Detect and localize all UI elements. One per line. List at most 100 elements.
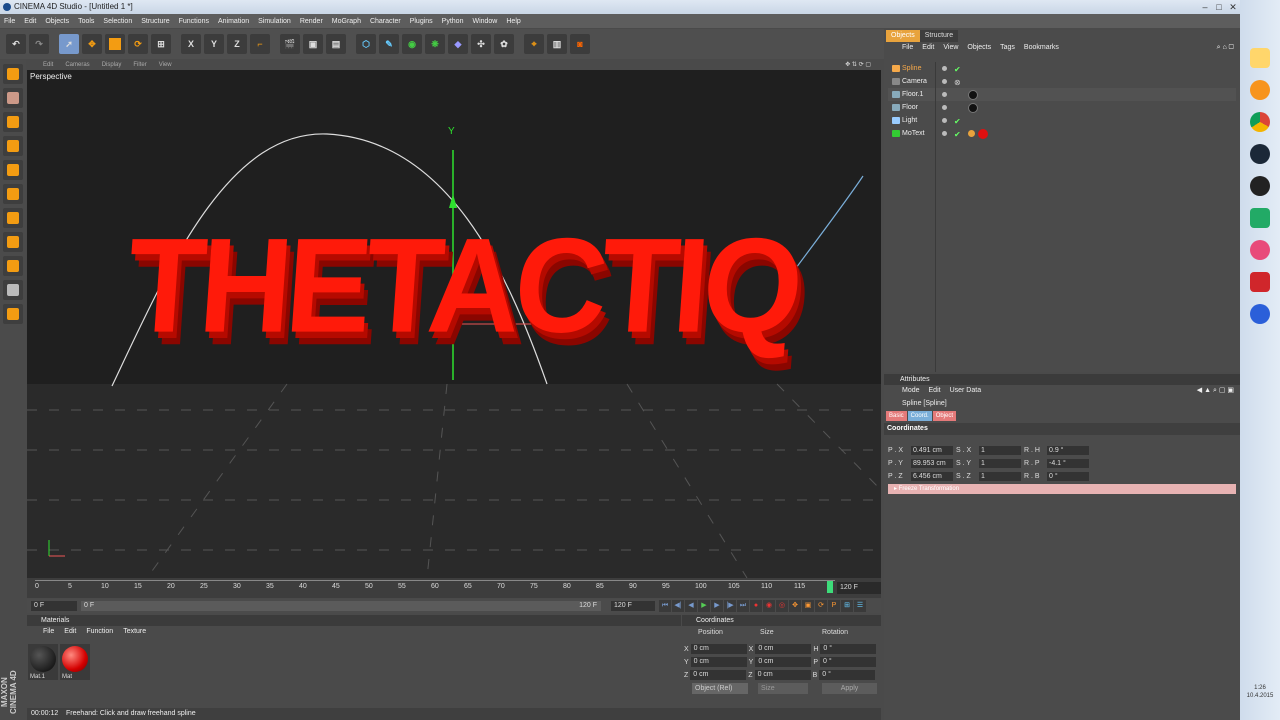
redo-icon[interactable]: ↷ [29, 34, 49, 54]
rotate-tool-icon[interactable]: ⟳ [128, 34, 148, 54]
size-z-field[interactable]: 0 cm [754, 670, 811, 680]
coordinate-mode-select[interactable]: Object (Rel) [692, 683, 748, 694]
autokey-icon[interactable]: ◉ [763, 600, 775, 612]
deformer-icon[interactable]: ◆ [448, 34, 468, 54]
object-row-floor1[interactable]: Floor.1 [888, 88, 1236, 101]
go-to-start-icon[interactable]: ⏮ [659, 600, 671, 612]
object-row-motext[interactable]: MoText ✔ [888, 127, 1236, 140]
make-editable-icon[interactable] [3, 64, 23, 84]
position-x-field[interactable]: 0 cm [690, 644, 747, 654]
adobe-icon[interactable] [1250, 272, 1270, 292]
om-menu-edit[interactable]: Edit [922, 42, 934, 54]
camera-icon[interactable]: ⌖ [524, 34, 544, 54]
scale-x-field[interactable]: 1 [979, 446, 1021, 455]
edges-mode-icon[interactable] [3, 184, 23, 204]
menu-character[interactable]: Character [370, 18, 401, 25]
mat-menu-texture[interactable]: Texture [123, 626, 146, 638]
render-picture-viewer-icon[interactable]: ▣ [303, 34, 323, 54]
size-x-field[interactable]: 0 cm [755, 644, 812, 654]
keyframe-selection-icon[interactable]: ◎ [776, 600, 788, 612]
undo-icon[interactable]: ↶ [6, 34, 26, 54]
pos-y-field[interactable]: 89.953 cm [911, 459, 953, 468]
scale-tool-icon[interactable] [105, 34, 125, 54]
visibility-dot-icon[interactable] [942, 66, 947, 71]
vp-menu-display[interactable]: Display [102, 60, 122, 70]
next-key-icon[interactable]: |▶ [724, 600, 736, 612]
workplane-icon[interactable] [3, 232, 23, 252]
rot-h-field[interactable]: 0.9 ° [1047, 446, 1089, 455]
vp-menu-edit[interactable]: Edit [43, 60, 53, 70]
rotation-b-field[interactable]: 0 ° [819, 670, 876, 680]
tab-object[interactable]: Object [932, 411, 957, 421]
environment-icon[interactable]: ✿ [494, 34, 514, 54]
am-nav-icons[interactable]: ◀ ▲ ⌕ ▢ ▣ [1197, 385, 1234, 397]
vp-menu-cameras[interactable]: Cameras [65, 60, 89, 70]
axis-z-button[interactable]: Z [227, 34, 247, 54]
object-row-floor[interactable]: Floor [888, 101, 1236, 114]
texture-mode-icon[interactable] [3, 88, 23, 108]
position-key-icon[interactable]: ✥ [789, 600, 801, 612]
material-tag-icon[interactable] [968, 103, 978, 113]
file-explorer-icon[interactable] [1250, 48, 1270, 68]
visibility-dot-icon[interactable] [942, 118, 947, 123]
menu-render[interactable]: Render [300, 18, 323, 25]
param-key-icon[interactable]: P [828, 600, 840, 612]
size-y-field[interactable]: 0 cm [755, 657, 812, 667]
go-to-end-icon[interactable]: ⏭ [737, 600, 749, 612]
menu-structure[interactable]: Structure [141, 18, 169, 25]
menu-animation[interactable]: Animation [218, 18, 249, 25]
live-select-icon[interactable]: ⊞ [151, 34, 171, 54]
render-settings-icon[interactable]: ▤ [326, 34, 346, 54]
menu-mograph[interactable]: MoGraph [332, 18, 361, 25]
array-icon[interactable]: ❋ [425, 34, 445, 54]
size-mode-select[interactable]: Size [758, 683, 808, 694]
om-menu-file[interactable]: File [902, 42, 913, 54]
coordinate-system-icon[interactable]: ⌐ [250, 34, 270, 54]
next-frame-icon[interactable]: ▶ [711, 600, 723, 612]
visibility-dot-icon[interactable] [942, 79, 947, 84]
pos-x-field[interactable]: 0.491 cm [911, 446, 953, 455]
spline-pen-icon[interactable]: ✎ [379, 34, 399, 54]
menu-python[interactable]: Python [442, 18, 464, 25]
menu-tools[interactable]: Tools [78, 18, 94, 25]
rot-b-field[interactable]: 0 ° [1047, 472, 1089, 481]
menu-edit[interactable]: Edit [24, 18, 36, 25]
rotation-h-field[interactable]: 0 ° [820, 644, 877, 654]
tab-coord[interactable]: Coord. [907, 411, 932, 421]
timeline-ruler[interactable]: 0 5 10 15 20 25 30 35 40 45 50 55 60 65 70 75 80 85 90 95 10… [27, 578, 881, 598]
om-menu-view[interactable]: View [943, 42, 958, 54]
visibility-dot-icon[interactable] [942, 105, 947, 110]
mat-menu-file[interactable]: File [43, 626, 54, 638]
light-icon[interactable]: ▥ [547, 34, 567, 54]
mat-menu-function[interactable]: Function [86, 626, 113, 638]
menu-plugins[interactable]: Plugins [410, 18, 433, 25]
motext-3d-text[interactable]: THETACTIQ [120, 197, 834, 397]
taskbar-clock[interactable]: 1:26 10.4.2015 [1240, 684, 1280, 700]
menu-file[interactable]: File [4, 18, 15, 25]
subdivision-icon[interactable]: ◉ [402, 34, 422, 54]
playhead-marker[interactable] [827, 581, 833, 593]
points-mode-icon[interactable] [3, 160, 23, 180]
object-row-light[interactable]: Light ✔ [888, 114, 1236, 127]
viewport[interactable]: Y THETACTIQ Perspective [27, 70, 881, 578]
maximize-button[interactable]: □ [1212, 0, 1226, 14]
render-view-icon[interactable]: 🎬 [280, 34, 300, 54]
end-frame-field[interactable]: 120 F [611, 601, 655, 611]
menu-functions[interactable]: Functions [179, 18, 209, 25]
prev-frame-icon[interactable]: ◀ [685, 600, 697, 612]
object-row-camera[interactable]: Camera ⊗ [888, 75, 1236, 88]
rotation-p-field[interactable]: 0 ° [820, 657, 877, 667]
record-icon[interactable]: ● [750, 600, 762, 612]
am-menu-edit[interactable]: Edit [929, 385, 941, 397]
position-z-field[interactable]: 0 cm [690, 670, 747, 680]
axis-y-button[interactable]: Y [204, 34, 224, 54]
tab-basic[interactable]: Basic [886, 411, 907, 421]
object-axis-icon[interactable] [3, 136, 23, 156]
snap-icon[interactable] [3, 256, 23, 276]
material-swatch-mat[interactable]: Mat [60, 644, 90, 680]
select-tool-icon[interactable]: ➚ [59, 34, 79, 54]
scale-y-field[interactable]: 1 [979, 459, 1021, 468]
material-swatch-mat1[interactable]: Mat.1 [28, 644, 58, 680]
visibility-dot-icon[interactable] [942, 92, 947, 97]
vp-menu-view[interactable]: View [159, 60, 172, 70]
